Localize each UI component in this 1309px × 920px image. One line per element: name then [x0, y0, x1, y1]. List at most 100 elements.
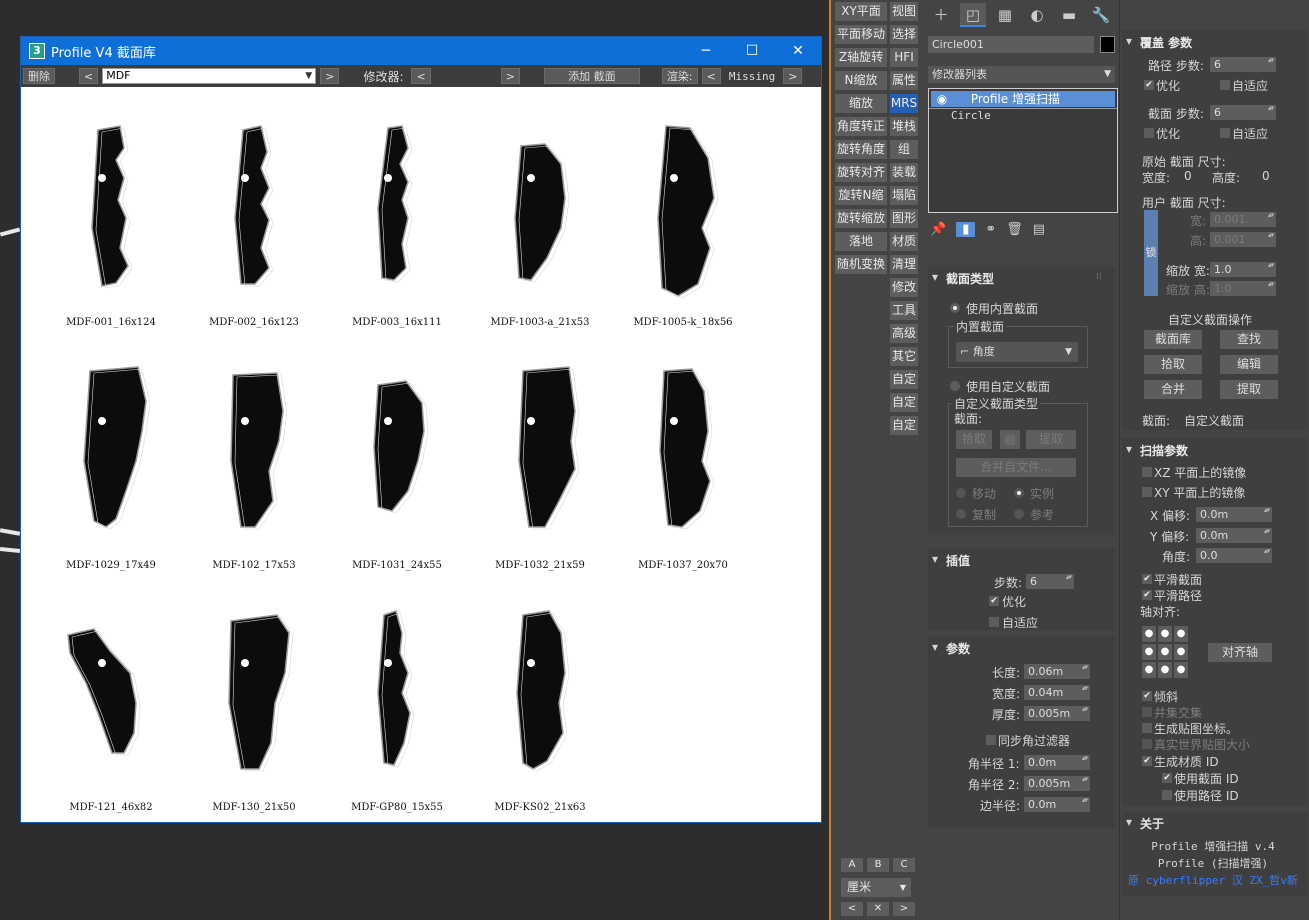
interp-header[interactable]: 插值	[946, 552, 970, 569]
object-color-swatch[interactable]	[1100, 36, 1115, 53]
eye-icon[interactable]: ◉	[931, 91, 953, 107]
tool-button[interactable]: XY平面	[835, 2, 887, 21]
tool-button[interactable]: 堆栈	[890, 117, 918, 136]
profile-thumbnail[interactable]: MDF-1031_24x55	[332, 351, 462, 571]
user-height-spinner[interactable]: 0.001	[1210, 231, 1276, 247]
custom-extract-button[interactable]: 提取	[1026, 430, 1076, 449]
angle-spinner[interactable]: 0.0	[1196, 547, 1272, 563]
corner-radius2-spinner[interactable]: 0.005m	[1024, 775, 1090, 791]
tool-button[interactable]: 高级	[890, 324, 918, 343]
thickness-spinner[interactable]: 0.005m	[1024, 705, 1090, 721]
section-adaptive-checkbox[interactable]	[1220, 128, 1230, 138]
nav-button[interactable]: >	[893, 902, 915, 916]
align-cell[interactable]: ●	[1142, 626, 1156, 642]
object-name-field[interactable]: Circle001	[928, 36, 1094, 53]
width-spinner[interactable]: 0.04m	[1024, 684, 1090, 700]
tool-button[interactable]: 角度转正	[835, 117, 887, 136]
profile-thumbnail[interactable]: MDF-1003-a_21x53	[475, 108, 605, 328]
prev-render-button[interactable]: <	[701, 68, 721, 84]
section-optimize-checkbox[interactable]	[1144, 128, 1154, 138]
modifier-list-dropdown[interactable]: 修改器列表 ▼	[928, 66, 1115, 83]
collapse-icon[interactable]: ▾	[1126, 442, 1132, 456]
tool-button[interactable]: MRS	[890, 94, 918, 113]
sweep-header[interactable]: 扫描参数	[1140, 442, 1188, 459]
axis-align-grid[interactable]: ● ● ● ● ● ● ● ● ●	[1142, 626, 1190, 680]
align-cell[interactable]: ●	[1158, 644, 1172, 660]
display-tab-icon[interactable]: ▬	[1056, 3, 1082, 27]
minimize-icon[interactable]: ─	[683, 37, 729, 65]
tool-button[interactable]: 塌陷	[890, 186, 918, 205]
motion-tab-icon[interactable]: ◐	[1024, 3, 1050, 27]
real-world-checkbox[interactable]	[1142, 739, 1152, 749]
edge-radius-spinner[interactable]: 0.0m	[1024, 796, 1090, 812]
nav-button[interactable]: <	[841, 902, 863, 916]
tool-button[interactable]: 旋转角度	[835, 140, 887, 159]
pick-button[interactable]: 拾取	[1144, 355, 1202, 374]
union-checkbox[interactable]	[1142, 707, 1152, 717]
custom-pick-button[interactable]: 拾取	[956, 430, 992, 449]
profile-thumbnail[interactable]: MDF-KS02_21x63	[475, 593, 605, 813]
edit-button[interactable]: 编辑	[1220, 355, 1278, 374]
tool-button[interactable]: 缩放	[835, 94, 887, 113]
interp-steps-spinner[interactable]: 6	[1026, 573, 1074, 589]
x-offset-spinner[interactable]: 0.0m	[1196, 506, 1272, 522]
interp-optimize-checkbox[interactable]: ✔	[989, 596, 999, 606]
collapse-icon[interactable]: ▾	[932, 640, 938, 654]
mirror-xz-checkbox[interactable]	[1142, 467, 1152, 477]
hierarchy-tab-icon[interactable]: ▦	[992, 3, 1018, 27]
gen-material-checkbox[interactable]: ✔	[1142, 756, 1152, 766]
category-combo[interactable]: MDF ▼	[102, 68, 317, 84]
merge-from-file-button[interactable]: 合并自文件...	[956, 458, 1076, 477]
tool-button[interactable]: 修改	[890, 278, 918, 297]
prev-category-button[interactable]: <	[79, 68, 99, 84]
slot-button[interactable]: A	[841, 858, 863, 872]
tool-button[interactable]: 平面移动	[835, 25, 887, 44]
profile-thumbnail[interactable]: MDF-1037_20x70	[618, 351, 748, 571]
slot-button[interactable]: C	[893, 858, 915, 872]
tool-button[interactable]: 组	[890, 140, 918, 159]
use-custom-radio[interactable]	[950, 381, 960, 391]
stack-item-circle[interactable]: Circle	[951, 109, 991, 122]
tool-button[interactable]: 装载	[890, 163, 918, 182]
tool-button[interactable]: 清理	[890, 255, 918, 274]
mirror-xy-checkbox[interactable]	[1142, 487, 1152, 497]
pin-icon[interactable]: 📌	[930, 222, 946, 237]
collapse-icon[interactable]: ▾	[1126, 815, 1132, 829]
close-icon[interactable]: ✕	[775, 37, 821, 65]
collapse-icon[interactable]: ▾	[1126, 34, 1132, 48]
tool-button[interactable]: Z轴旋转	[835, 48, 887, 67]
tool-button[interactable]: 属性	[890, 71, 918, 90]
profile-thumbnail[interactable]: MDF-121_46x82	[46, 593, 176, 813]
profile-thumbnail[interactable]: MDF-102_17x53	[189, 351, 319, 571]
copy-radio[interactable]	[956, 509, 966, 519]
about-link[interactable]: 原 cyberflipper 汉 ZX_哲v新	[1120, 872, 1306, 888]
reference-radio[interactable]	[1014, 509, 1024, 519]
use-path-id-checkbox[interactable]	[1162, 790, 1172, 800]
tool-button[interactable]: 落地	[835, 232, 887, 251]
unit-dropdown[interactable]: 厘米 ▼	[841, 878, 911, 897]
tool-button[interactable]: 自定	[890, 393, 918, 412]
lock-button[interactable]: 锁	[1144, 210, 1158, 296]
merge-button[interactable]: 合并	[1144, 380, 1202, 399]
length-spinner[interactable]: 0.06m	[1024, 663, 1090, 679]
profile-thumbnail[interactable]: MDF-002_16x123	[189, 108, 319, 328]
tool-button[interactable]: 自定	[890, 416, 918, 435]
align-cell[interactable]: ●	[1174, 644, 1188, 660]
align-cell[interactable]: ●	[1158, 626, 1172, 642]
show-end-result-icon[interactable]: ▮	[956, 222, 976, 237]
scale-height-spinner[interactable]: 1.0	[1210, 280, 1276, 296]
gen-mapping-checkbox[interactable]	[1142, 723, 1152, 733]
make-unique-icon[interactable]: ⚭	[985, 222, 996, 237]
sync-filter-checkbox[interactable]	[986, 735, 996, 745]
align-cell[interactable]: ●	[1174, 662, 1188, 678]
user-width-spinner[interactable]: 0.001	[1210, 211, 1276, 227]
stack-item-profile[interactable]: ◉ Profile 增强扫描	[931, 91, 1115, 107]
profile-library-window[interactable]: 3 Profile V4 截面库 ─ ☐ ✕ 删除 < MDF ▼ > 修改器:…	[20, 36, 822, 823]
align-cell[interactable]: ●	[1158, 662, 1172, 678]
tool-button[interactable]: 工具	[890, 301, 918, 320]
next-modifier-button[interactable]: >	[500, 68, 520, 84]
use-section-id-checkbox[interactable]: ✔	[1162, 773, 1172, 783]
configure-icon[interactable]: ▤	[1033, 222, 1045, 237]
align-cell[interactable]: ●	[1142, 644, 1156, 660]
tool-button[interactable]: 随机变换	[835, 255, 887, 274]
